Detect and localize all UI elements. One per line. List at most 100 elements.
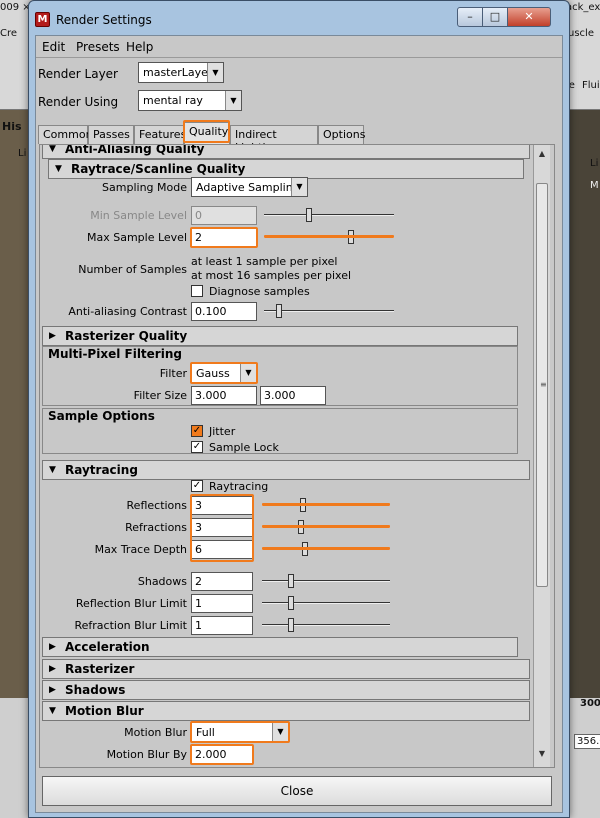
refraction-blur-limit-label: Refraction Blur Limit bbox=[74, 619, 187, 632]
tab-passes[interactable]: Passes bbox=[88, 125, 134, 144]
raytracing-checkbox[interactable]: ✓ bbox=[191, 480, 203, 492]
sampling-mode-label: Sampling Mode bbox=[102, 181, 187, 194]
maximize-button[interactable]: □ bbox=[482, 7, 508, 27]
filter-size-y-input[interactable]: 3.000 bbox=[260, 386, 326, 405]
triangle-right-icon: ▶ bbox=[49, 664, 56, 674]
aa-contrast-slider[interactable] bbox=[264, 304, 394, 318]
grip-icon: ≡ bbox=[540, 380, 547, 389]
bg-fragment: Li bbox=[18, 148, 27, 159]
section-motion-blur[interactable]: ▼ Motion Blur bbox=[42, 701, 530, 721]
max-trace-depth-input[interactable]: 6 bbox=[191, 540, 253, 559]
minimize-button[interactable]: – bbox=[457, 7, 483, 27]
bg-fragment: Cre bbox=[0, 28, 18, 39]
bg-fragment: M bbox=[590, 180, 599, 191]
close-bar: Close bbox=[36, 770, 562, 812]
max-trace-depth-label: Max Trace Depth bbox=[94, 543, 187, 556]
scrollbar-thumb[interactable]: ≡ bbox=[536, 183, 548, 587]
shadows-slider[interactable] bbox=[262, 574, 390, 588]
filter-value: Gauss bbox=[196, 367, 230, 380]
motion-blur-by-input[interactable]: 2.000 bbox=[191, 745, 253, 764]
tab-quality[interactable]: Quality bbox=[184, 122, 230, 144]
bg-fragment: His bbox=[2, 120, 22, 133]
max-sample-level-input[interactable]: 2 bbox=[191, 228, 257, 247]
menu-help[interactable]: Help bbox=[126, 40, 153, 54]
bg-fragment: ack_exp bbox=[566, 2, 600, 13]
refraction-blur-limit-input[interactable]: 1 bbox=[191, 616, 253, 635]
tab-common[interactable]: Common bbox=[38, 125, 93, 144]
filter-size-x-input[interactable]: 3.000 bbox=[191, 386, 257, 405]
section-title: Acceleration bbox=[65, 640, 150, 654]
chevron-down-icon: ▼ bbox=[240, 364, 256, 382]
refractions-input[interactable]: 3 bbox=[191, 518, 253, 537]
filter-label: Filter bbox=[159, 367, 187, 380]
aa-contrast-input[interactable]: 0.100 bbox=[191, 302, 257, 321]
multipixel-title: Multi-Pixel Filtering bbox=[48, 347, 182, 361]
section-antialiasing[interactable]: ▼ Anti-Aliasing Quality bbox=[42, 145, 530, 159]
close-button[interactable]: Close bbox=[42, 776, 552, 806]
section-title: Raytrace/Scanline Quality bbox=[71, 162, 246, 176]
triangle-right-icon: ▶ bbox=[49, 642, 56, 652]
motion-blur-value: Full bbox=[196, 726, 215, 739]
motion-blur-by-label: Motion Blur By bbox=[106, 748, 187, 761]
raytracing-enable-label: Raytracing bbox=[209, 480, 269, 493]
section-rasterizer[interactable]: ▶ Rasterizer bbox=[42, 659, 530, 679]
render-settings-window: M Render Settings – □ ✕ Edit Presets Hel… bbox=[28, 0, 570, 818]
section-raytracing[interactable]: ▼ Raytracing bbox=[42, 460, 530, 480]
settings-scroll-area[interactable]: ▼ Anti-Aliasing Quality ▼ Raytrace/Scanl… bbox=[39, 144, 555, 768]
sample-lock-label: Sample Lock bbox=[209, 441, 279, 454]
shadows-input[interactable]: 2 bbox=[191, 572, 253, 591]
section-title: Motion Blur bbox=[65, 704, 144, 718]
highlight-refractions-slider bbox=[262, 525, 390, 528]
triangle-down-icon: ▼ bbox=[49, 465, 56, 475]
motion-blur-select[interactable]: Full ▼ bbox=[191, 722, 289, 742]
reflection-blur-limit-slider[interactable] bbox=[262, 596, 390, 610]
menu-bar: Edit Presets Help bbox=[36, 36, 562, 58]
bg-fragment: Flui bbox=[582, 80, 600, 91]
tab-features[interactable]: Features bbox=[134, 125, 186, 144]
triangle-down-icon: ▼ bbox=[55, 164, 62, 174]
filter-select[interactable]: Gauss ▼ bbox=[191, 363, 257, 383]
chevron-down-icon: ▼ bbox=[272, 723, 288, 741]
section-raytrace-scanline[interactable]: ▼ Raytrace/Scanline Quality bbox=[48, 159, 524, 179]
shadows-label: Shadows bbox=[137, 575, 187, 588]
diagnose-samples-checkbox[interactable] bbox=[191, 285, 203, 297]
render-layer-select[interactable]: masterLayer ▼ bbox=[138, 62, 224, 83]
scroll-up-icon[interactable]: ▲ bbox=[536, 149, 548, 163]
title-bar[interactable]: M Render Settings – □ ✕ bbox=[29, 1, 569, 35]
refraction-blur-limit-slider[interactable] bbox=[262, 618, 390, 632]
jitter-checkbox[interactable]: ✓ bbox=[191, 425, 203, 437]
triangle-down-icon: ▼ bbox=[49, 706, 56, 716]
min-sample-level-input[interactable]: 0 bbox=[191, 206, 257, 225]
scroll-down-icon[interactable]: ▼ bbox=[536, 749, 548, 763]
tab-indirect-lighting[interactable]: Indirect Lighting bbox=[230, 125, 318, 154]
section-rasterizer-quality[interactable]: ▶ Rasterizer Quality bbox=[42, 326, 518, 346]
min-sample-level-label: Min Sample Level bbox=[90, 209, 187, 222]
jitter-label: Jitter bbox=[209, 425, 236, 438]
maya-app-icon: M bbox=[35, 12, 50, 27]
reflections-input[interactable]: 3 bbox=[191, 496, 253, 515]
section-title: Rasterizer bbox=[65, 662, 135, 676]
sampling-mode-select[interactable]: Adaptive Sampling ▼ bbox=[191, 177, 308, 197]
menu-edit[interactable]: Edit bbox=[42, 40, 65, 54]
max-sample-level-label: Max Sample Level bbox=[86, 231, 187, 244]
section-title: Raytracing bbox=[65, 463, 138, 477]
refractions-label: Refractions bbox=[125, 521, 187, 534]
menu-presets[interactable]: Presets bbox=[76, 40, 120, 54]
sample-lock-checkbox[interactable]: ✓ bbox=[191, 441, 203, 453]
render-using-select[interactable]: mental ray ▼ bbox=[138, 90, 242, 111]
section-acceleration[interactable]: ▶ Acceleration bbox=[42, 637, 518, 657]
number-of-samples-max: at most 16 samples per pixel bbox=[191, 269, 352, 282]
close-window-button[interactable]: ✕ bbox=[507, 7, 551, 27]
bg-fragment: 356.0 bbox=[574, 734, 600, 749]
section-shadows[interactable]: ▶ Shadows bbox=[42, 680, 530, 700]
min-sample-level-slider[interactable] bbox=[264, 208, 394, 222]
window-client: Edit Presets Help Render Layer masterLay… bbox=[35, 35, 563, 813]
tab-options[interactable]: Options bbox=[318, 125, 365, 144]
chevron-down-icon: ▼ bbox=[207, 63, 223, 82]
section-title: Rasterizer Quality bbox=[65, 329, 188, 343]
bg-fragment: Li bbox=[590, 158, 599, 169]
filter-size-label: Filter Size bbox=[133, 389, 187, 402]
reflection-blur-limit-input[interactable]: 1 bbox=[191, 594, 253, 613]
number-of-samples-min: at least 1 sample per pixel bbox=[191, 255, 338, 268]
vertical-scrollbar[interactable]: ▲ ≡ ▼ bbox=[533, 145, 550, 767]
